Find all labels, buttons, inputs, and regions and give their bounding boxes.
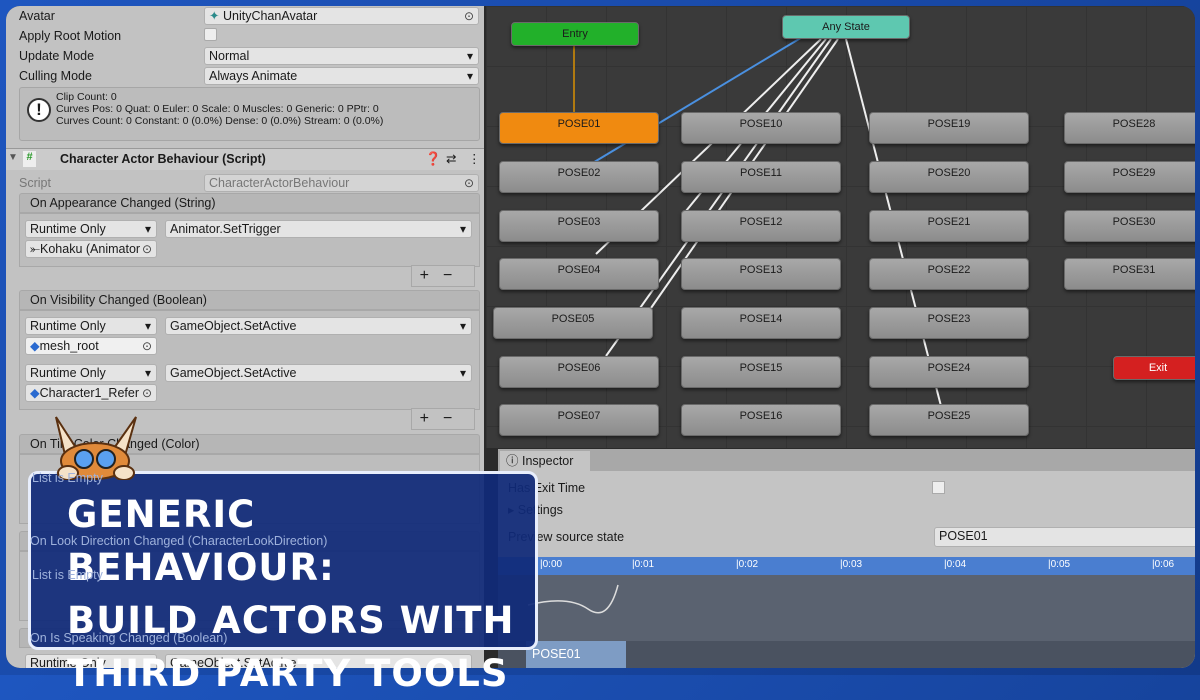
preview-source-field[interactable]: POSE01 (934, 527, 1195, 547)
entry-node[interactable]: Entry (511, 22, 639, 46)
state-node[interactable]: POSE28 (1064, 112, 1195, 144)
empty-label: List is Empty (32, 471, 103, 485)
add-remove-buttons[interactable]: +− (411, 265, 475, 287)
state-node[interactable]: POSE25 (869, 404, 1029, 436)
timeline-tick: |0:02 (736, 559, 759, 570)
state-node[interactable]: POSE21 (869, 210, 1029, 242)
script-label: Script (19, 176, 51, 190)
event-header: On Appearance Changed (String) (19, 193, 480, 213)
target-field[interactable]: ◆Character1_Refer (25, 384, 157, 402)
add-remove-buttons[interactable]: +− (411, 408, 475, 430)
presets-icon[interactable]: ⇄ (446, 151, 456, 166)
culling-mode-label: Culling Mode (19, 69, 92, 83)
state-node[interactable]: POSE14 (681, 307, 841, 339)
tab-bar (498, 449, 1195, 471)
timeline-curve-area (498, 575, 1195, 641)
timeline-tick: |0:03 (840, 559, 863, 570)
state-node[interactable]: POSE10 (681, 112, 841, 144)
state-node[interactable]: POSE24 (869, 356, 1029, 388)
runtime-dropdown[interactable]: Runtime Only (25, 220, 157, 238)
root-motion-checkbox[interactable] (204, 28, 217, 41)
more-menu-icon[interactable]: ⋮ (468, 151, 481, 166)
animator-icon: ⤜ (30, 242, 41, 256)
state-node[interactable]: POSE02 (499, 161, 659, 193)
tab-inspector[interactable]: ⓘ Inspector (500, 451, 590, 471)
info-icon: ⓘ (506, 454, 519, 468)
culling-mode-dropdown[interactable]: Always Animate (204, 67, 479, 85)
info-line: Curves Count: 0 Constant: 0 (0.0%) Dense… (56, 115, 384, 127)
state-node[interactable]: POSE22 (869, 258, 1029, 290)
empty-label: List is Empty (32, 568, 103, 582)
timeline-ruler[interactable]: |0:00 |0:01 |0:02 |0:03 |0:04 |0:05 |0:06 (498, 557, 1195, 575)
timeline-tick: |0:04 (944, 559, 967, 570)
state-node[interactable]: POSE20 (869, 161, 1029, 193)
function-dropdown[interactable]: Animator.SetTrigger (165, 220, 472, 238)
state-node[interactable]: POSE19 (869, 112, 1029, 144)
info-box: ! Clip Count: 0 Curves Pos: 0 Quat: 0 Eu… (19, 87, 480, 141)
state-node[interactable]: POSE13 (681, 258, 841, 290)
runtime-dropdown[interactable]: Runtime Only (25, 317, 157, 335)
state-node[interactable]: POSE30 (1064, 210, 1195, 242)
transition-inspector: ⓘ Inspector Has Exit Time ▸ Settings Pre… (498, 449, 1195, 668)
gameobject-icon: ◆ (30, 386, 40, 400)
state-node[interactable]: POSE15 (681, 356, 841, 388)
avatar-icon: ✦ (209, 9, 220, 23)
root-motion-label: Apply Root Motion (19, 29, 122, 43)
animator-graph[interactable]: Entry Any State Exit POSE01 POSE02 POSE03 P… (486, 6, 1195, 448)
title-banner: GENERIC BEHAVIOUR: BUILD ACTORS WITH THI… (28, 471, 538, 695)
update-mode-dropdown[interactable]: Normal (204, 47, 479, 65)
state-node[interactable]: POSE12 (681, 210, 841, 242)
timeline-tick: |0:00 (540, 559, 563, 570)
script-field[interactable]: CharacterActorBehaviour (204, 174, 479, 192)
function-dropdown[interactable]: GameObject.SetActive (165, 364, 472, 382)
title-line: THIRD PARTY TOOLS (67, 652, 509, 695)
state-node[interactable]: POSE31 (1064, 258, 1195, 290)
state-node[interactable]: POSE04 (499, 258, 659, 290)
exit-node[interactable]: Exit (1113, 356, 1195, 380)
help-icon[interactable]: ❓ (425, 151, 441, 167)
add-button[interactable]: + (420, 267, 443, 284)
foldout-arrow-icon[interactable]: ▼ (8, 152, 18, 163)
event-header: On Visibility Changed (Boolean) (19, 290, 480, 310)
state-node[interactable]: POSE03 (499, 210, 659, 242)
target-field[interactable]: ◆mesh_root (25, 337, 157, 355)
state-node[interactable]: POSE29 (1064, 161, 1195, 193)
state-node[interactable]: POSE23 (869, 307, 1029, 339)
info-line: Curves Pos: 0 Quat: 0 Euler: 0 Scale: 0 … (56, 103, 379, 115)
timeline-tick: |0:06 (1152, 559, 1175, 570)
avatar-label: Avatar (19, 9, 55, 23)
timeline-tick: |0:05 (1048, 559, 1071, 570)
function-dropdown[interactable]: GameObject.SetActive (165, 317, 472, 335)
has-exit-time-checkbox[interactable] (932, 481, 945, 494)
event-header-label: On Look Direction Changed (CharacterLook… (30, 534, 328, 548)
clip-bar[interactable]: POSE01 (526, 641, 626, 668)
state-node[interactable]: POSE05 (493, 307, 653, 339)
avatar-field[interactable]: ✦ UnityChanAvatar (204, 7, 479, 25)
timeline-tick: |0:01 (632, 559, 655, 570)
component-title: Character Actor Behaviour (Script) (60, 152, 266, 166)
update-mode-label: Update Mode (19, 49, 95, 63)
gameobject-icon: ◆ (30, 339, 40, 353)
remove-button[interactable]: − (443, 410, 466, 427)
info-line: Clip Count: 0 (56, 91, 117, 103)
state-node[interactable]: POSE16 (681, 404, 841, 436)
state-node[interactable]: POSE07 (499, 404, 659, 436)
warning-icon: ! (27, 98, 51, 122)
state-node[interactable]: POSE06 (499, 356, 659, 388)
script-icon: # (23, 151, 36, 167)
runtime-dropdown[interactable]: Runtime Only (25, 364, 157, 382)
state-node[interactable]: POSE11 (681, 161, 841, 193)
add-button[interactable]: + (420, 410, 443, 427)
target-field[interactable]: ⤜Kohaku (Animator (25, 240, 157, 258)
transition-line (590, 35, 805, 165)
event-header-label: On Is Speaking Changed (Boolean) (30, 631, 228, 645)
any-state-node[interactable]: Any State (782, 15, 910, 39)
component-header[interactable]: ▼ # Character Actor Behaviour (Script) ❓… (6, 148, 484, 170)
remove-button[interactable]: − (443, 267, 466, 284)
state-node[interactable]: POSE01 (499, 112, 659, 144)
